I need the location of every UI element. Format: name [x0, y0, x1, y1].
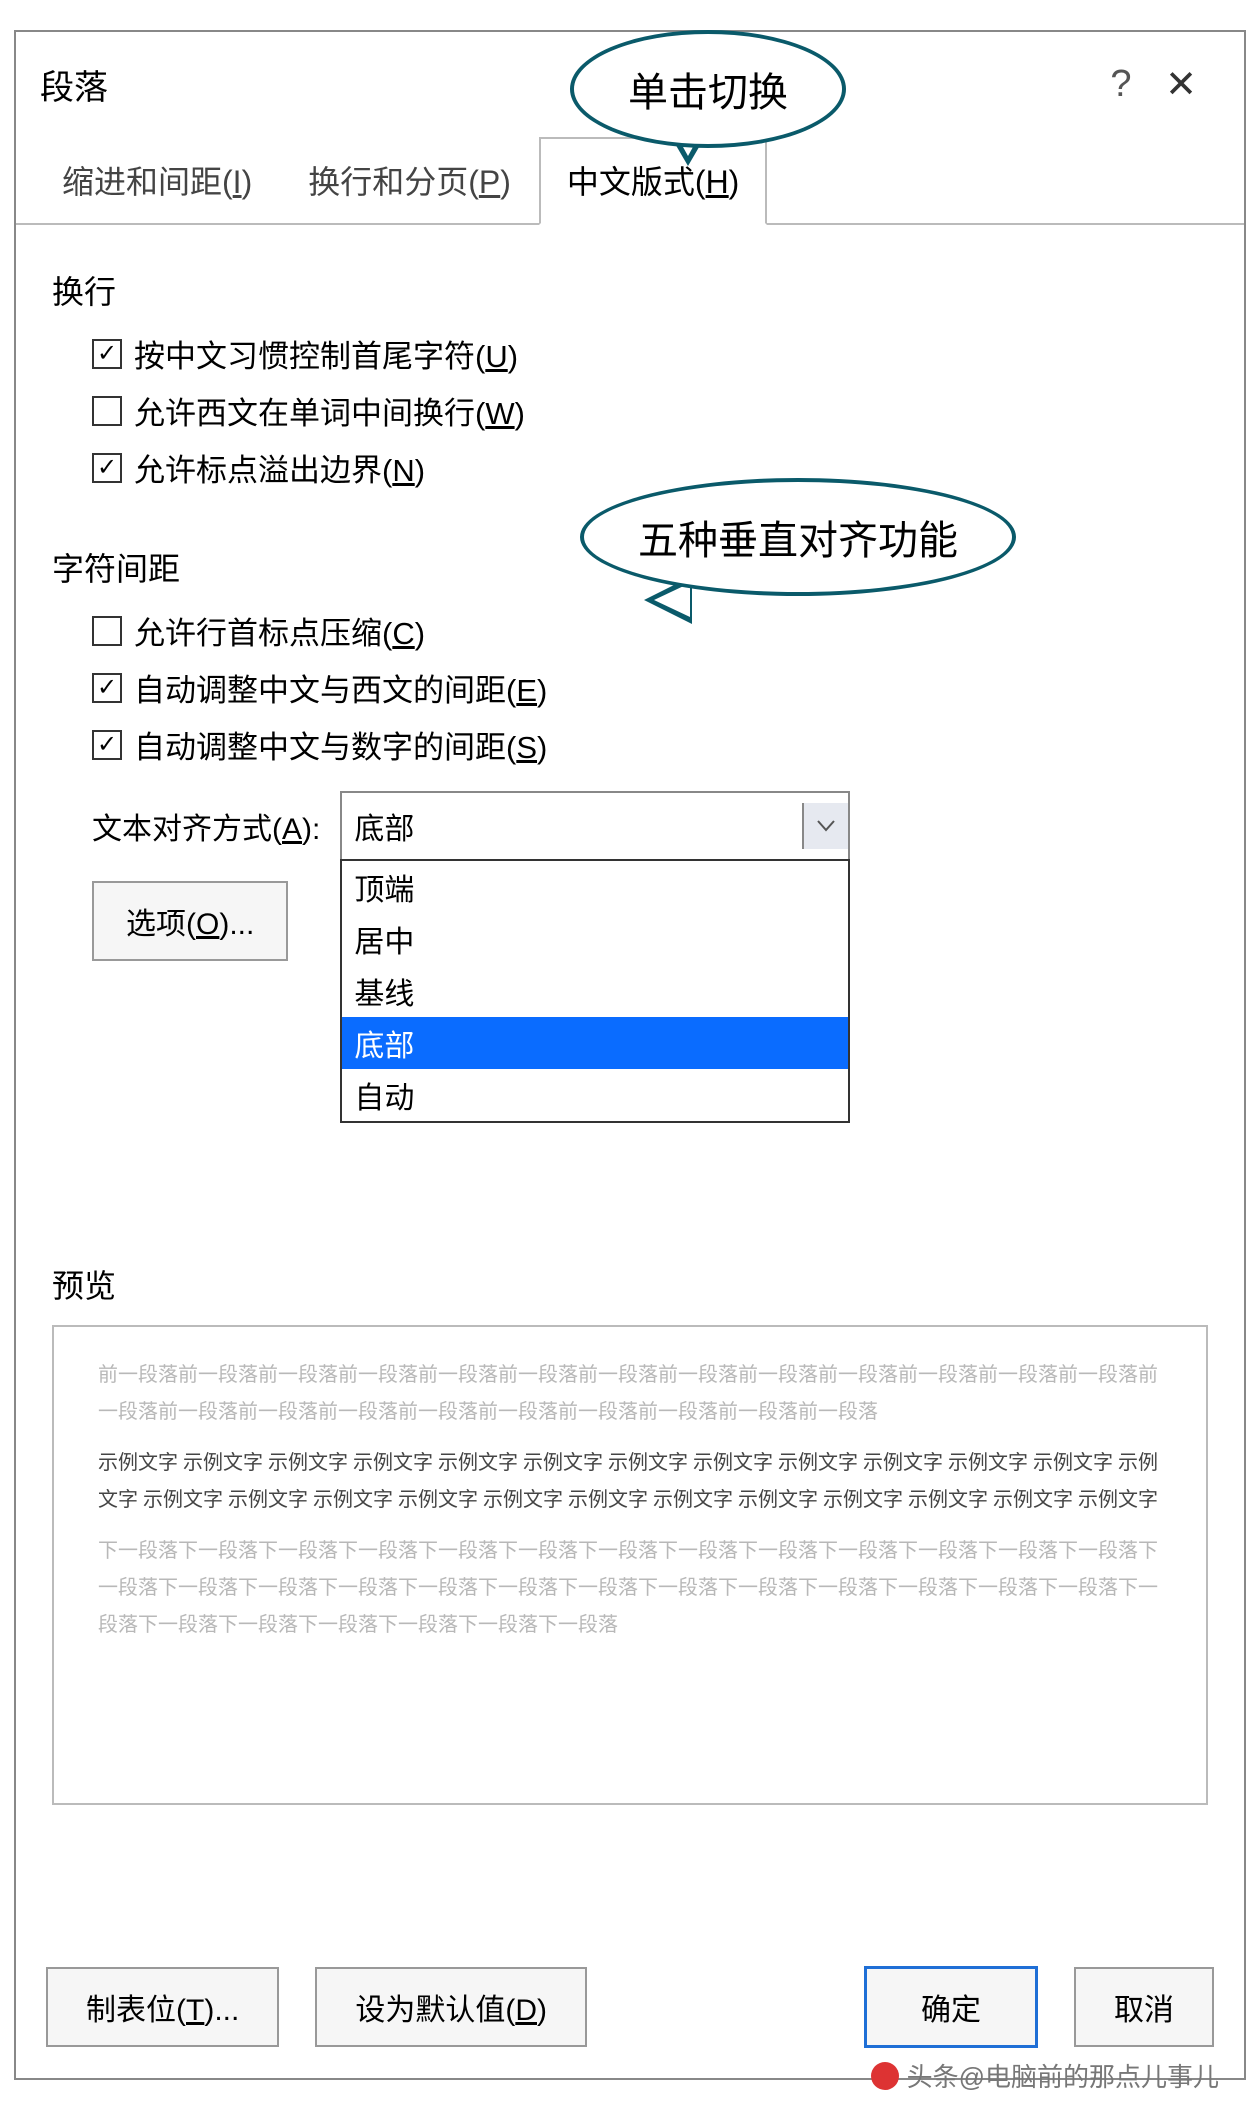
cancel-button[interactable]: 取消 [1074, 1967, 1214, 2047]
checkbox-icon[interactable] [92, 396, 122, 426]
options-button[interactable]: 选项(O)... [92, 881, 288, 961]
callout-click-to-switch: 单击切换 [570, 30, 846, 148]
dropdown-option-auto[interactable]: 自动 [342, 1069, 848, 1121]
dropdown-option-bottom[interactable]: 底部 [342, 1017, 848, 1069]
dropdown-option-baseline[interactable]: 基线 [342, 965, 848, 1017]
tab-line-page-breaks[interactable]: 换行和分页(P) [280, 137, 539, 223]
check-cnnum-spacing[interactable]: ✓ 自动调整中文与数字的间距(S) [92, 722, 1208, 767]
close-button[interactable]: ✕ [1146, 62, 1216, 107]
checkbox-icon[interactable]: ✓ [92, 339, 122, 369]
text-alignment-dropdown[interactable]: 底部 顶端 居中 基线 底部 自动 [340, 791, 850, 861]
section-preview: 预览 [52, 1261, 1208, 1307]
text-alignment-label: 文本对齐方式(A): [92, 804, 320, 848]
callout-five-align: 五种垂直对齐功能 [580, 478, 1016, 596]
help-button[interactable]: ? [1096, 63, 1146, 106]
preview-next-paragraph: 下一段落下一段落下一段落下一段落下一段落下一段落下一段落下一段落下一段落下一段落… [98, 1533, 1162, 1644]
section-line-break: 换行 [52, 267, 1208, 313]
check-latin-wrap[interactable]: 允许西文在单词中间换行(W) [92, 388, 1208, 433]
toutiao-icon [871, 2062, 899, 2090]
dropdown-option-center[interactable]: 居中 [342, 913, 848, 965]
check-hanging-punctuation[interactable]: ✓ 允许标点溢出边界(N) [92, 445, 1208, 490]
preview-box: 前一段落前一段落前一段落前一段落前一段落前一段落前一段落前一段落前一段落前一段落… [52, 1325, 1208, 1805]
dialog-body: 换行 ✓ 按中文习惯控制首尾字符(U) 允许西文在单词中间换行(W) ✓ 允许标… [16, 225, 1244, 1940]
check-first-last-chars[interactable]: ✓ 按中文习惯控制首尾字符(U) [92, 331, 1208, 376]
dropdown-list: 顶端 居中 基线 底部 自动 [340, 859, 850, 1123]
dialog-title: 段落 [40, 60, 1096, 109]
watermark: 头条@电脑前的那点儿事儿 [871, 2057, 1219, 2094]
tab-asian-typography[interactable]: 中文版式(H) [539, 137, 767, 225]
preview-sample-text: 示例文字 示例文字 示例文字 示例文字 示例文字 示例文字 示例文字 示例文字 … [98, 1445, 1162, 1519]
preview-prev-paragraph: 前一段落前一段落前一段落前一段落前一段落前一段落前一段落前一段落前一段落前一段落… [98, 1357, 1162, 1431]
set-default-button[interactable]: 设为默认值(D) [315, 1967, 587, 2047]
check-cnen-spacing[interactable]: ✓ 自动调整中文与西文的间距(E) [92, 665, 1208, 710]
tab-strip: 缩进和间距(I) 换行和分页(P) 中文版式(H) [16, 137, 1244, 225]
ok-button[interactable]: 确定 [864, 1966, 1038, 2048]
tab-indents-spacing[interactable]: 缩进和间距(I) [34, 137, 280, 223]
paragraph-dialog: 段落 ? ✕ 缩进和间距(I) 换行和分页(P) 中文版式(H) 换行 ✓ 按中… [14, 30, 1246, 2080]
chevron-down-icon[interactable] [802, 803, 848, 849]
dropdown-selected-value: 底部 [354, 804, 414, 848]
checkbox-icon[interactable] [92, 616, 122, 646]
tab-stops-button[interactable]: 制表位(T)... [46, 1967, 279, 2047]
checkbox-icon[interactable]: ✓ [92, 673, 122, 703]
checkbox-icon[interactable]: ✓ [92, 730, 122, 760]
dropdown-option-top[interactable]: 顶端 [342, 861, 848, 913]
checkbox-icon[interactable]: ✓ [92, 453, 122, 483]
